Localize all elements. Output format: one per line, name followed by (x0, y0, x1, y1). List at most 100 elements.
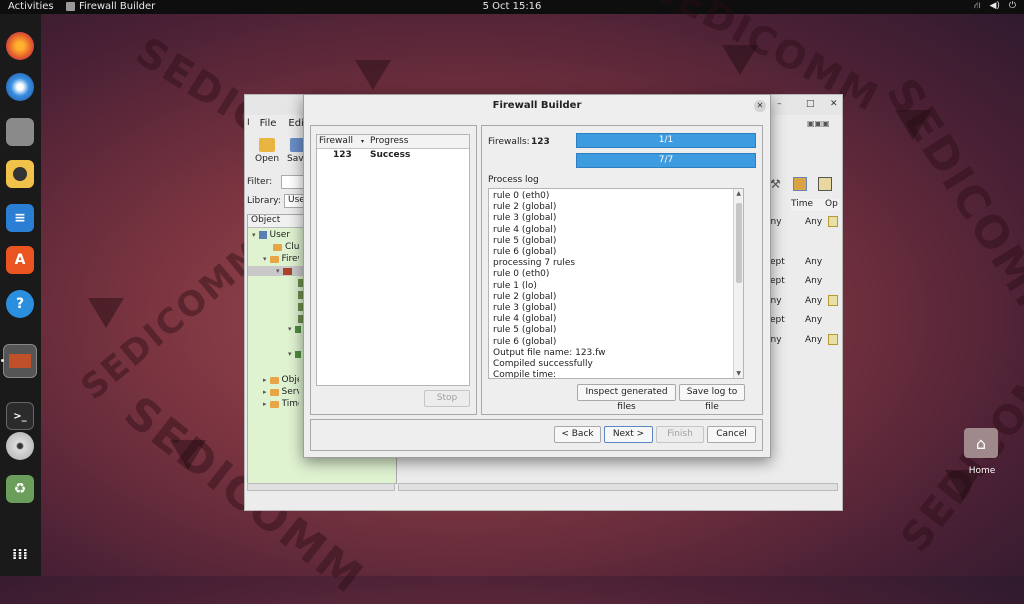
dock: ≡ A ? >_ ♻ ⁞⁞⁞ (0, 14, 41, 576)
back-button[interactable]: < Back (554, 426, 601, 443)
log-line: processing 7 rules (493, 258, 576, 269)
rule-time: Any (805, 296, 823, 306)
rule-options-icon[interactable] (828, 295, 838, 306)
next-button[interactable]: Next > (604, 426, 653, 443)
log-line: rule 5 (global) (493, 325, 557, 336)
thunderbird-icon[interactable] (6, 73, 34, 101)
firefox-icon[interactable] (6, 32, 34, 60)
power-icon[interactable]: ⏻ (1009, 1, 1016, 12)
home-label: Home (968, 466, 996, 476)
tree-item-time[interactable]: ▸ Time (263, 399, 299, 409)
tree-item-user[interactable]: ▾ User (252, 230, 290, 240)
scroll-up-icon[interactable]: ▲ (736, 190, 741, 197)
tree-item-firewalls[interactable]: ▾ Firewalls (263, 254, 299, 264)
expand-arrow-icon[interactable]: ▾ (263, 255, 267, 263)
finish-button[interactable]: Finish (656, 426, 704, 443)
scroll-thumb[interactable] (736, 203, 742, 283)
firewall-list-row[interactable]: 123 Success (317, 149, 469, 161)
column-options[interactable]: Op (825, 199, 839, 211)
rhythmbox-icon[interactable] (6, 160, 34, 188)
files-icon[interactable] (6, 118, 34, 146)
log-line: Output file name: 123.fw (493, 347, 606, 358)
system-tray[interactable]: ⛙ ◀) ⏻ (974, 1, 1016, 12)
tree-label: Services (281, 387, 299, 397)
writer-icon[interactable]: ≡ (6, 204, 34, 232)
maximize-button[interactable]: □ (806, 99, 815, 109)
window-tile-icon[interactable]: ▣▣▣ (807, 119, 830, 128)
column-time[interactable]: Time (791, 199, 825, 211)
trash-icon[interactable]: ♻ (6, 475, 34, 503)
folder-icon (269, 376, 279, 384)
watermark-triangle (88, 298, 124, 328)
rule-time: Any (805, 335, 823, 345)
help-icon[interactable]: ? (6, 290, 34, 318)
library-icon (258, 231, 267, 239)
compile-icon[interactable]: ⚒ (770, 177, 784, 191)
tree-scrollbar[interactable] (247, 483, 395, 491)
rules-scrollbar[interactable] (398, 483, 838, 491)
expand-arrow-icon[interactable]: ▸ (263, 400, 267, 408)
scroll-down-icon[interactable]: ▼ (736, 370, 741, 377)
inspect-icon[interactable] (818, 177, 832, 191)
volume-icon[interactable]: ◀) (989, 1, 999, 12)
expand-arrow-icon[interactable]: ▾ (252, 231, 256, 239)
close-button[interactable]: ✕ (830, 99, 838, 109)
log-line: rule 3 (global) (493, 213, 557, 224)
disc-icon[interactable] (6, 432, 34, 460)
top-bar: Activities Firewall Builder 5 Oct 15:16 … (0, 0, 1024, 14)
menu-file[interactable]: File (258, 118, 279, 129)
log-line: rule 3 (global) (493, 303, 557, 314)
log-line: rule 2 (global) (493, 202, 557, 213)
firewalls-label: Firewalls: (488, 137, 530, 147)
minimize-button[interactable]: – (777, 99, 782, 109)
tree-item-interface[interactable]: ▾ (288, 350, 301, 358)
rule-options-icon[interactable] (828, 334, 838, 345)
open-button[interactable]: Open (255, 138, 279, 164)
firewall-list-header: Firewall ▾ Progress (317, 135, 469, 149)
app-grid-icon[interactable]: ⁞⁞⁞ (6, 541, 34, 569)
rule-options-icon[interactable] (828, 216, 838, 227)
app-center-icon[interactable]: A (6, 246, 34, 274)
tree-label: Clusters (285, 242, 300, 252)
tree-item-firewall-selected[interactable]: ▾ (248, 266, 304, 276)
stop-button[interactable]: Stop (424, 390, 470, 407)
log-line: rule 1 (lo) (493, 280, 537, 291)
tree-item-interface[interactable]: ▾ (288, 325, 301, 333)
expand-arrow-icon[interactable]: ▾ (288, 325, 292, 333)
log-scrollbar[interactable]: ▲ ▼ (733, 189, 743, 378)
expand-arrow-icon[interactable]: ▸ (263, 388, 267, 396)
library-label: Library: (247, 196, 281, 206)
cancel-button[interactable]: Cancel (707, 426, 756, 443)
network-icon[interactable]: ⛙ (974, 1, 980, 12)
home-folder-icon[interactable]: ⌂ (964, 428, 998, 458)
dialog-close-icon[interactable]: ✕ (754, 100, 766, 112)
firewall-name: 123 (333, 150, 352, 160)
clock[interactable]: 5 Oct 15:16 (0, 1, 1024, 12)
tree-item-objects[interactable]: ▸ Objects (263, 375, 299, 385)
install-icon[interactable] (793, 177, 807, 191)
column-progress[interactable]: Progress (370, 136, 408, 146)
tree-item-clusters[interactable]: Clusters (273, 242, 300, 252)
expand-arrow-icon[interactable]: ▾ (288, 350, 292, 358)
save-log-button[interactable]: Save log to file (679, 384, 745, 412)
menu-bar: I File Edit (247, 118, 310, 129)
watermark-text: SEDICOMM (73, 232, 273, 408)
rule-progress-bar: 7/7 (576, 153, 756, 168)
firewall-list[interactable]: Firewall ▾ Progress 123 Success (316, 134, 470, 386)
compile-dialog: Firewall Builder ✕ Firewall ▾ Progress 1… (303, 94, 771, 458)
open-icon (259, 138, 276, 152)
firewall-progress-bar: 1/1 (576, 133, 756, 148)
tree-item-services[interactable]: ▸ Services (263, 387, 299, 397)
log-line: rule 5 (global) (493, 235, 557, 246)
dialog-title[interactable]: Firewall Builder (304, 95, 770, 117)
firewall-builder-icon[interactable] (3, 344, 37, 378)
log-line: rule 6 (global) (493, 247, 557, 258)
column-firewall[interactable]: Firewall (319, 136, 353, 146)
expand-arrow-icon[interactable]: ▸ (263, 376, 267, 384)
folder-icon (269, 388, 279, 396)
process-log[interactable]: rule 0 (eth0) rule 2 (global) rule 3 (glob… (488, 188, 744, 379)
inspect-generated-files-button[interactable]: Inspect generated files (577, 384, 676, 412)
expand-arrow-icon[interactable]: ▾ (276, 267, 280, 275)
terminal-icon[interactable]: >_ (6, 402, 34, 430)
rule-time: Any (805, 315, 823, 325)
